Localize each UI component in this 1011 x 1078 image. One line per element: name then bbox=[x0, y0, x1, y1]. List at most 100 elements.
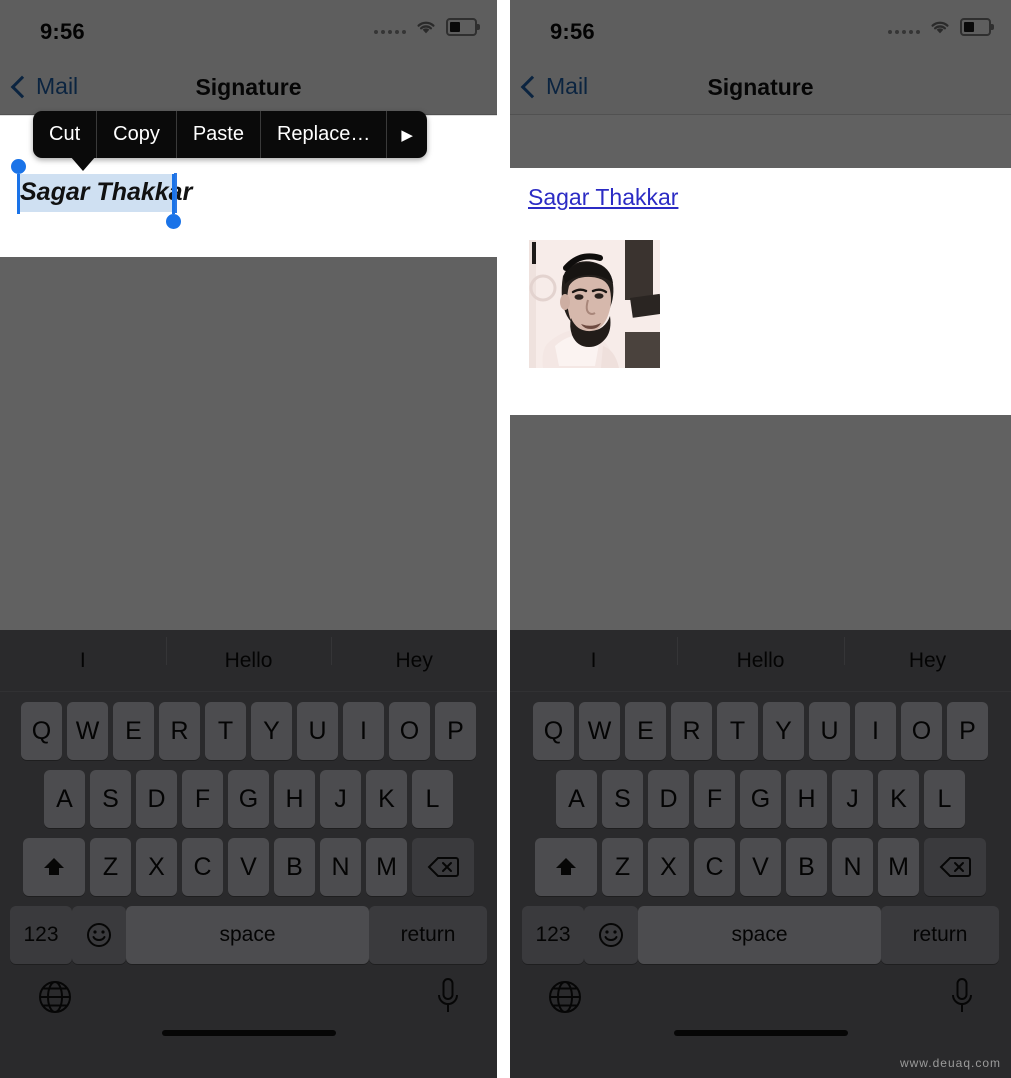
key-j[interactable]: J bbox=[320, 770, 361, 828]
key-p[interactable]: P bbox=[435, 702, 476, 760]
key-n[interactable]: N bbox=[320, 838, 361, 896]
key-h[interactable]: H bbox=[274, 770, 315, 828]
key-e[interactable]: E bbox=[113, 702, 154, 760]
signature-link[interactable]: Sagar Thakkar bbox=[528, 184, 678, 211]
key-l[interactable]: L bbox=[412, 770, 453, 828]
key-n[interactable]: N bbox=[832, 838, 873, 896]
prediction-2[interactable]: Hello bbox=[165, 637, 332, 673]
space-key[interactable]: space bbox=[126, 906, 369, 964]
shift-up-arrow-icon[interactable] bbox=[23, 838, 85, 896]
key-a[interactable]: A bbox=[556, 770, 597, 828]
status-time: 9:56 bbox=[40, 19, 85, 44]
key-z[interactable]: Z bbox=[602, 838, 643, 896]
key-u[interactable]: U bbox=[297, 702, 338, 760]
microphone-icon[interactable] bbox=[949, 976, 975, 1018]
key-d[interactable]: D bbox=[136, 770, 177, 828]
key-y[interactable]: Y bbox=[763, 702, 804, 760]
key-g[interactable]: G bbox=[740, 770, 781, 828]
key-u[interactable]: U bbox=[809, 702, 850, 760]
key-f[interactable]: F bbox=[694, 770, 735, 828]
key-l[interactable]: L bbox=[924, 770, 965, 828]
signature-text[interactable]: Sagar Thakkar bbox=[20, 178, 192, 207]
selection-handle-start[interactable] bbox=[11, 159, 26, 214]
key-s[interactable]: S bbox=[90, 770, 131, 828]
key-z[interactable]: Z bbox=[90, 838, 131, 896]
key-f[interactable]: F bbox=[182, 770, 223, 828]
space-key[interactable]: space bbox=[638, 906, 881, 964]
key-d[interactable]: D bbox=[648, 770, 689, 828]
home-indicator[interactable] bbox=[673, 1030, 848, 1036]
key-t[interactable]: T bbox=[205, 702, 246, 760]
predictive-text-bar[interactable]: I Hello Hey bbox=[0, 630, 497, 692]
signature-text-row[interactable]: Sagar Thakkar bbox=[0, 159, 497, 229]
key-h[interactable]: H bbox=[786, 770, 827, 828]
key-i[interactable]: I bbox=[343, 702, 384, 760]
microphone-icon[interactable] bbox=[435, 976, 461, 1018]
key-c[interactable]: C bbox=[694, 838, 735, 896]
cut-button[interactable]: Cut bbox=[33, 111, 98, 158]
replace-button[interactable]: Replace… bbox=[261, 111, 388, 158]
paste-button[interactable]: Paste bbox=[177, 111, 261, 158]
globe-language-icon[interactable] bbox=[36, 978, 74, 1016]
key-k[interactable]: K bbox=[878, 770, 919, 828]
key-k[interactable]: K bbox=[366, 770, 407, 828]
backspace-delete-icon[interactable] bbox=[412, 838, 474, 896]
key-b[interactable]: B bbox=[274, 838, 315, 896]
key-c[interactable]: C bbox=[182, 838, 223, 896]
edit-menu-pointer bbox=[70, 156, 96, 171]
key-m[interactable]: M bbox=[366, 838, 407, 896]
keyboard-row-4: 123 space return bbox=[0, 906, 497, 964]
return-key[interactable]: return bbox=[369, 906, 487, 964]
return-key[interactable]: return bbox=[881, 906, 999, 964]
key-o[interactable]: O bbox=[901, 702, 942, 760]
globe-language-icon[interactable] bbox=[546, 978, 584, 1016]
text-edit-menu[interactable]: Cut Copy Paste Replace… ▶ bbox=[33, 111, 427, 158]
prediction-3[interactable]: Hey bbox=[331, 637, 497, 673]
numbers-key[interactable]: 123 bbox=[522, 906, 584, 964]
key-g[interactable]: G bbox=[228, 770, 269, 828]
key-t[interactable]: T bbox=[717, 702, 758, 760]
nav-bar: Mail Signature bbox=[0, 62, 497, 115]
key-q[interactable]: Q bbox=[21, 702, 62, 760]
key-x[interactable]: X bbox=[648, 838, 689, 896]
emoji-smiley-icon[interactable] bbox=[72, 906, 126, 964]
prediction-1[interactable]: I bbox=[0, 649, 166, 673]
key-a[interactable]: A bbox=[44, 770, 85, 828]
key-v[interactable]: V bbox=[740, 838, 781, 896]
predictive-text-bar[interactable]: I Hello Hey bbox=[510, 630, 1011, 692]
onscreen-keyboard[interactable]: I Hello Hey Q W E R T Y U I O P A S D F bbox=[510, 630, 1011, 1078]
keyboard-row-2: A S D F G H J K L bbox=[0, 770, 497, 828]
home-indicator[interactable] bbox=[161, 1030, 336, 1036]
shift-up-arrow-icon[interactable] bbox=[535, 838, 597, 896]
key-j[interactable]: J bbox=[832, 770, 873, 828]
signature-profile-photo bbox=[529, 240, 660, 368]
prediction-3[interactable]: Hey bbox=[844, 637, 1011, 673]
key-o[interactable]: O bbox=[389, 702, 430, 760]
signal-dots-icon bbox=[888, 20, 920, 34]
more-options-arrow-icon[interactable]: ▶ bbox=[387, 111, 427, 158]
key-m[interactable]: M bbox=[878, 838, 919, 896]
key-s[interactable]: S bbox=[602, 770, 643, 828]
status-indicators bbox=[888, 18, 994, 36]
key-y[interactable]: Y bbox=[251, 702, 292, 760]
onscreen-keyboard[interactable]: I Hello Hey Q W E R T Y U I O P A S D F bbox=[0, 630, 497, 1078]
key-v[interactable]: V bbox=[228, 838, 269, 896]
emoji-smiley-icon[interactable] bbox=[584, 906, 638, 964]
copy-button[interactable]: Copy bbox=[97, 111, 177, 158]
key-p[interactable]: P bbox=[947, 702, 988, 760]
key-w[interactable]: W bbox=[579, 702, 620, 760]
key-r[interactable]: R bbox=[159, 702, 200, 760]
prediction-2[interactable]: Hello bbox=[677, 637, 844, 673]
key-e[interactable]: E bbox=[625, 702, 666, 760]
key-x[interactable]: X bbox=[136, 838, 177, 896]
key-w[interactable]: W bbox=[67, 702, 108, 760]
prediction-1[interactable]: I bbox=[510, 649, 677, 673]
key-q[interactable]: Q bbox=[533, 702, 574, 760]
backspace-delete-icon[interactable] bbox=[924, 838, 986, 896]
key-b[interactable]: B bbox=[786, 838, 827, 896]
selection-handle-end[interactable] bbox=[166, 174, 181, 229]
numbers-key[interactable]: 123 bbox=[10, 906, 72, 964]
signature-preview-sheet[interactable]: Sagar Thakkar bbox=[510, 168, 1011, 415]
key-i[interactable]: I bbox=[855, 702, 896, 760]
key-r[interactable]: R bbox=[671, 702, 712, 760]
